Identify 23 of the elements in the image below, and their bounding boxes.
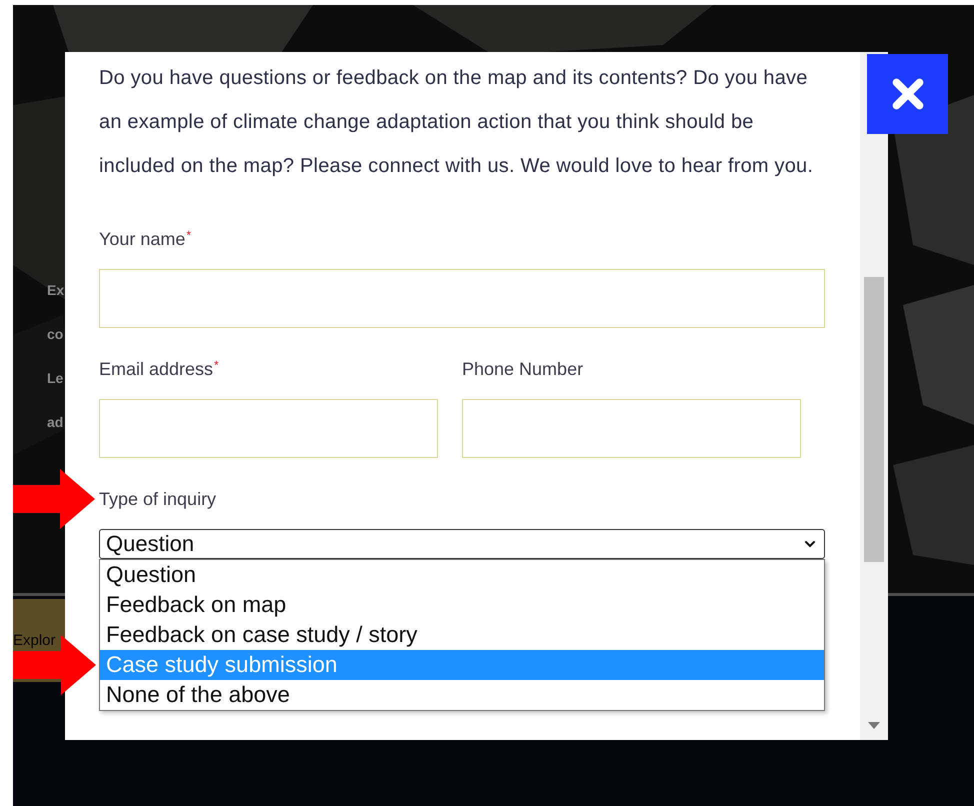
input-field[interactable]: [462, 399, 801, 458]
required-mark: *: [214, 359, 219, 371]
dropdown-option[interactable]: Feedback on case study / story: [100, 620, 824, 650]
close-button[interactable]: [867, 54, 948, 134]
input-field[interactable]: [99, 399, 438, 458]
input-field[interactable]: [99, 269, 825, 328]
intro-text: ad: [47, 413, 64, 432]
field-label: Phone Number: [462, 359, 584, 379]
dropdown-option[interactable]: Question: [100, 560, 824, 590]
scroll-down-icon[interactable]: [868, 722, 880, 730]
inquiry-select[interactable]: Question: [99, 529, 825, 559]
field-label: Your name: [99, 229, 186, 249]
field-label: Email address: [99, 359, 214, 379]
intro-text: co: [47, 325, 64, 344]
required-mark: *: [186, 229, 192, 241]
scrollbar[interactable]: [860, 52, 888, 740]
dropdown-option[interactable]: Feedback on map: [100, 590, 824, 620]
dropdown-option[interactable]: None of the above: [100, 680, 824, 710]
intro-paragraph: Do you have questions or feedback on the map and its contents? Do you have an example of climate change adaptation action that you think should be included on the map? Please connect with us. We would love to hear from you.: [99, 66, 814, 179]
field-label: Type of inquiry: [99, 489, 216, 509]
scroll-thumb[interactable]: [864, 277, 884, 562]
intro-text: Le: [47, 369, 64, 388]
intro-text: Ex: [47, 281, 64, 300]
